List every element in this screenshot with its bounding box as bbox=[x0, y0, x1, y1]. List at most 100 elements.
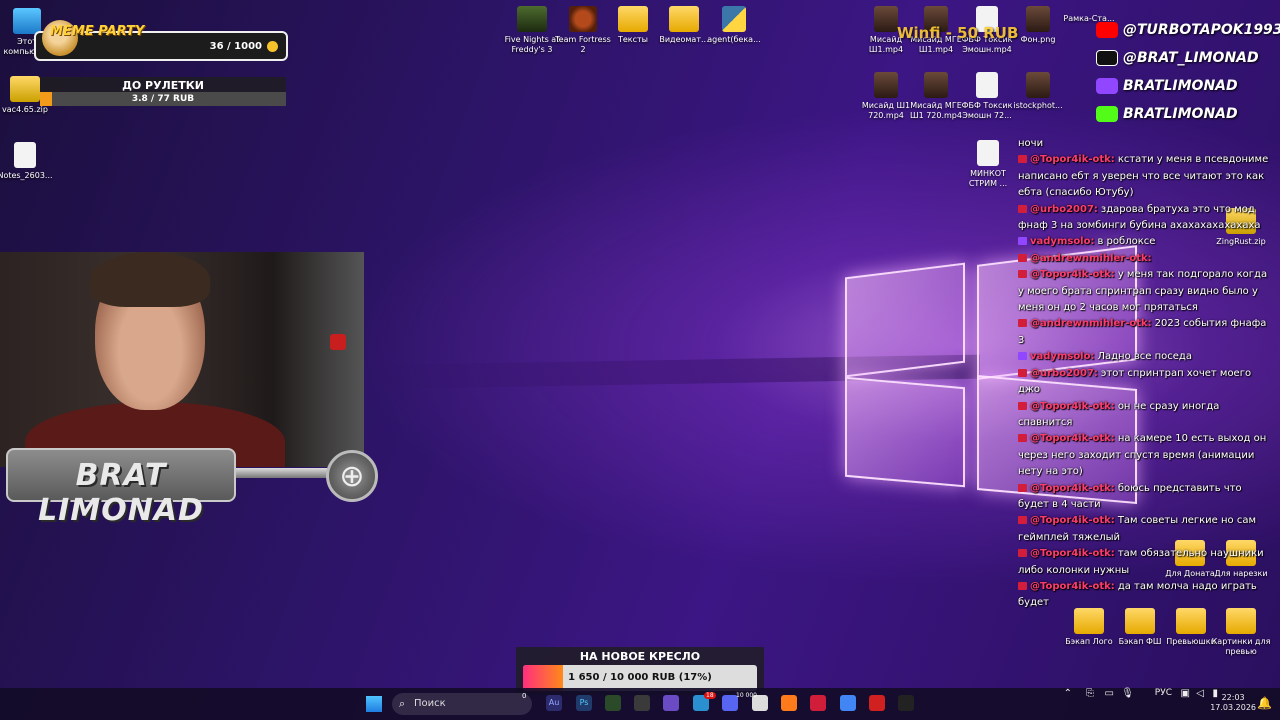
chat-username: @urbo2007: bbox=[1030, 203, 1098, 215]
youtube-icon bbox=[1018, 270, 1027, 279]
desktop-icon-preview-pics[interactable]: Картинки для превью bbox=[1210, 608, 1272, 657]
chat-message: @urbo2007: этот спринтрап хочет моего джо bbox=[1018, 366, 1274, 399]
youtube-icon bbox=[1018, 253, 1027, 262]
obs-icon[interactable] bbox=[898, 695, 914, 711]
coin-icon bbox=[267, 41, 278, 52]
language-indicator[interactable]: РУС bbox=[1155, 688, 1172, 698]
meme-party-title: MEME PARTY bbox=[50, 24, 145, 39]
streamer-nameplate: BRAT LIMONAD bbox=[6, 448, 236, 528]
folder-icon bbox=[1176, 608, 1206, 634]
chat-message: @urbo2007: здарова братуха это что мод фн… bbox=[1018, 202, 1274, 235]
notifications-icon[interactable]: 🔔 bbox=[1257, 696, 1272, 710]
file-icon bbox=[977, 140, 999, 166]
youtube-icon bbox=[1018, 319, 1027, 328]
youtube-icon bbox=[1018, 155, 1027, 164]
mic-icon[interactable]: 🎙 bbox=[1121, 688, 1134, 699]
cc-icon[interactable] bbox=[869, 695, 885, 711]
youtube-icon bbox=[1018, 204, 1027, 213]
chat-message: ночи bbox=[1018, 136, 1274, 152]
chat-message: @Topor4ik-otk: там обязательно наушники л… bbox=[1018, 546, 1274, 579]
chat-username: @Topor4ik-otk: bbox=[1030, 154, 1115, 166]
chat-message: @andrewnmihler-otk: 2023 события фнафа 3 bbox=[1018, 316, 1274, 349]
chat-text: Ладно все поседа bbox=[1097, 351, 1192, 363]
text-file-icon bbox=[14, 142, 36, 168]
desktop-icon-notes[interactable]: Notes_2603... bbox=[0, 142, 56, 181]
display-icon[interactable]: ▭ bbox=[1105, 688, 1114, 699]
chat-username: @Topor4ik-otk: bbox=[1030, 433, 1115, 445]
chat-message: @Topor4ik-otk: кстати у меня в псевдониме… bbox=[1018, 152, 1274, 201]
chat-username: @urbo2007: bbox=[1030, 367, 1098, 379]
chat-username: vadymsolo: bbox=[1030, 351, 1095, 363]
viber-icon[interactable] bbox=[663, 695, 679, 711]
folder-icon bbox=[1074, 608, 1104, 634]
youtube-icon bbox=[1018, 483, 1027, 492]
roulette-progress-bar: 3.8 / 77 RUB bbox=[40, 92, 286, 106]
social-tiktok: @BRAT_LIMONAD bbox=[1096, 50, 1259, 74]
chat-text: ночи bbox=[1018, 138, 1044, 149]
chat-username: @Topor4ik-otk: bbox=[1030, 482, 1115, 494]
chat-username: @Topor4ik-otk: bbox=[1030, 548, 1115, 560]
search-icon: ⌕ bbox=[399, 697, 406, 710]
computer-icon bbox=[13, 8, 41, 34]
youtube-icon bbox=[1096, 22, 1118, 38]
game-icon bbox=[517, 6, 547, 32]
firefox-icon[interactable] bbox=[781, 695, 797, 711]
goal-title: НА НОВОЕ КРЕСЛО bbox=[579, 650, 701, 663]
code-icon[interactable] bbox=[605, 695, 621, 711]
au-icon[interactable]: Au bbox=[546, 695, 562, 711]
youtube-icon bbox=[1018, 549, 1027, 558]
search-box[interactable]: ⌕ Поиск bbox=[392, 693, 532, 715]
streamer-name: BRAT LIMONAD bbox=[38, 458, 204, 528]
wheel-icon: ⊕ bbox=[326, 450, 378, 502]
volume-icon[interactable]: ◁ bbox=[1196, 688, 1204, 699]
chat-message: @Topor4ik-otk: Там советы легкие но сам г… bbox=[1018, 513, 1274, 546]
chevron-up-icon[interactable]: ⌃ bbox=[1064, 688, 1072, 699]
chat-message: @Topor4ik-otk: он не сразу иногда спавнит… bbox=[1018, 399, 1274, 432]
file-icon bbox=[976, 72, 998, 98]
badge-18: 18 bbox=[704, 692, 716, 699]
social-youtube: @TURBOTAPOK1993 bbox=[1096, 22, 1280, 46]
folder-icon bbox=[1125, 608, 1155, 634]
clock[interactable]: 22:03 17.03.2026 bbox=[1210, 693, 1256, 713]
nameplate-rail bbox=[236, 468, 332, 478]
steam-icon[interactable] bbox=[634, 695, 650, 711]
badge-10000: 10 000 bbox=[736, 692, 757, 699]
network-icon[interactable]: ▣ bbox=[1181, 688, 1190, 699]
kick-icon bbox=[1096, 106, 1118, 122]
video-file-icon bbox=[874, 72, 898, 98]
ps-icon[interactable]: Ps bbox=[576, 695, 592, 711]
record-indicator-icon bbox=[330, 334, 346, 350]
chrome-icon[interactable] bbox=[840, 695, 856, 711]
youtube-icon bbox=[1018, 434, 1027, 443]
desktop-icon-agent[interactable]: agent(бека... bbox=[703, 6, 765, 45]
twitch-icon bbox=[1018, 352, 1027, 361]
python-icon bbox=[722, 6, 746, 32]
chat-username: @andrewnmihler-otk: bbox=[1030, 252, 1152, 264]
youtube-icon bbox=[1018, 581, 1027, 590]
desktop-icon-minkot[interactable]: МИНКОТ СТРИМ ... bbox=[957, 140, 1019, 189]
taskbar: ⌕ Поиск 0 Au Ps 18 10 000 ⌃ ⎘ ▭ 🎙 РУС ▣ ◁… bbox=[0, 688, 1280, 720]
youtube-icon bbox=[1018, 368, 1027, 377]
chat-username: @Topor4ik-otk: bbox=[1030, 269, 1115, 281]
chat-message: @Topor4ik-otk: у меня так подгорало когда… bbox=[1018, 267, 1274, 316]
desktop-icon-istock[interactable]: istockphot... bbox=[1007, 72, 1069, 111]
folder-icon bbox=[618, 6, 648, 32]
chat-message: @Topor4ik-otk: на камере 10 есть выход он… bbox=[1018, 431, 1274, 480]
image-file-icon bbox=[1026, 6, 1050, 32]
video-file-icon bbox=[874, 6, 898, 32]
folder-icon bbox=[669, 6, 699, 32]
zip-file-icon bbox=[10, 76, 40, 102]
folder-icon bbox=[1226, 608, 1256, 634]
usb-icon[interactable]: ⎘ bbox=[1086, 688, 1094, 699]
chat-message: @andrewnmihler-otk: bbox=[1018, 251, 1274, 267]
twitch-icon bbox=[1018, 237, 1027, 246]
youtube-icon bbox=[1018, 401, 1027, 410]
chat-username: @Topor4ik-otk: bbox=[1030, 400, 1115, 412]
webcam-feed bbox=[0, 252, 364, 467]
winfi-label: Winfi - 50 RUB bbox=[897, 24, 1019, 42]
video-file-icon bbox=[924, 72, 948, 98]
chat-message: @Topor4ik-otk: боюсь представить что буде… bbox=[1018, 481, 1274, 514]
opera-icon[interactable] bbox=[810, 695, 826, 711]
start-button[interactable] bbox=[366, 696, 382, 712]
chat-text: в роблоксе bbox=[1097, 236, 1156, 248]
